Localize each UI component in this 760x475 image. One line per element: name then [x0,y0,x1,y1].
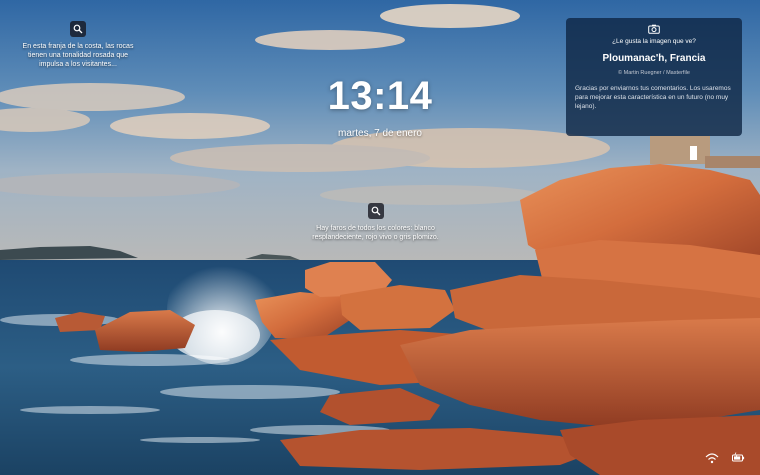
fact-text: Hay faros de todos los colores: blanco r… [312,225,439,241]
network-icon[interactable] [705,452,719,464]
fact-text: En esta franja de la costa, las rocas ti… [22,43,134,68]
feedback-question[interactable]: ¿Le gusta la imagen que ve? [575,38,733,45]
clock-time: 13:14 [327,74,433,118]
search-icon[interactable] [70,21,86,37]
image-info-card: ¿Le gusta la imagen que ve? Ploumanac'h,… [566,18,742,136]
photo-credit: © Martin Ruegner / Masterfile [618,70,690,76]
battery-icon[interactable] [731,452,745,464]
camera-icon[interactable] [648,24,660,34]
fact-hotspot-coast[interactable]: En esta franja de la costa, las rocas ti… [18,21,138,69]
fact-hotspot-lighthouse[interactable]: Hay faros de todos los colores: blanco r… [304,203,447,242]
search-icon[interactable] [367,203,384,219]
location-title[interactable]: Ploumanac'h, Francia [575,53,733,64]
clock-date: martes, 7 de enero [338,128,422,139]
feedback-thanks: Gracias por enviarnos tus comentarios. L… [575,85,731,110]
